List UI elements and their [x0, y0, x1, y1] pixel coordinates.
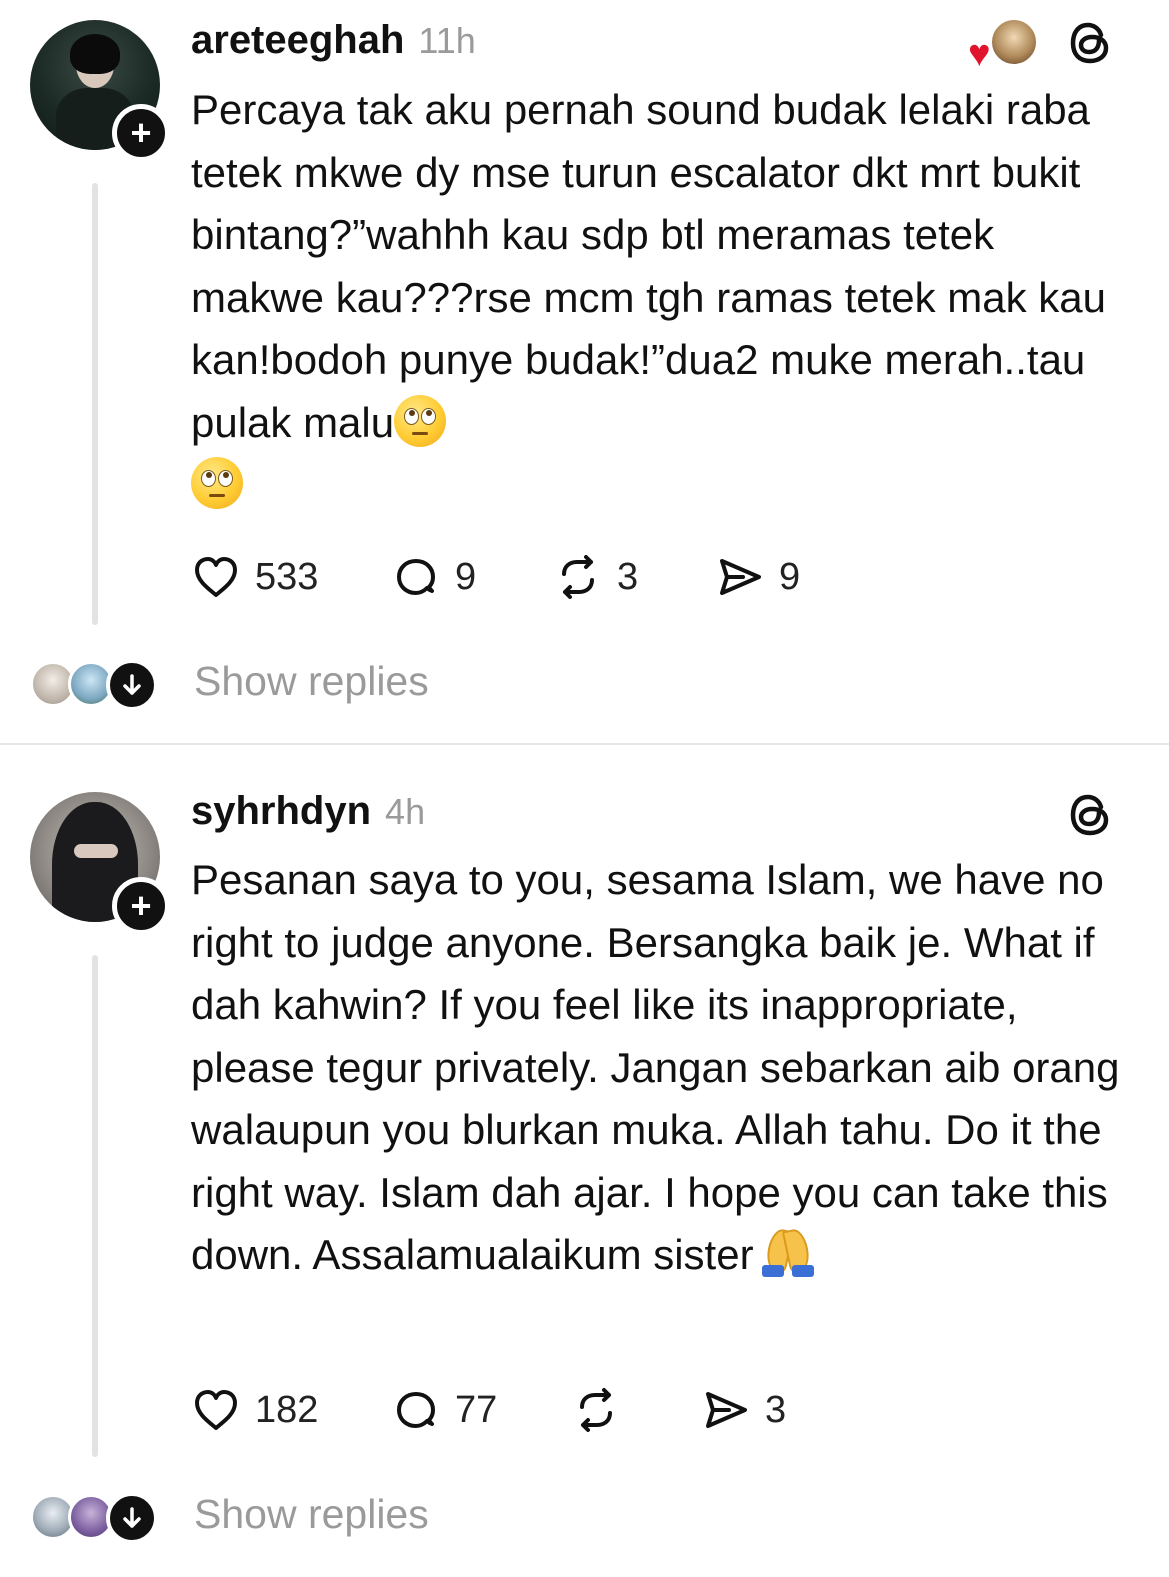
folded-hands-emoji — [760, 1225, 816, 1277]
show-replies-link[interactable]: Show replies — [194, 658, 429, 705]
action-bar: 533 9 3 9 — [191, 549, 855, 605]
comment-count: 9 — [455, 555, 477, 598]
heart-icon: ♥ — [968, 33, 991, 75]
rolling-eyes-emoji — [394, 394, 447, 447]
comment-bubble-icon — [397, 559, 435, 595]
repost-icon — [580, 1388, 612, 1432]
share-count: 3 — [765, 1388, 787, 1431]
post-time: 11h — [418, 20, 476, 61]
comment-button[interactable]: 9 — [391, 549, 553, 605]
share-count: 9 — [779, 555, 801, 598]
repost-icon — [562, 555, 594, 599]
share-button[interactable]: 9 — [715, 549, 855, 605]
repost-count: 3 — [617, 555, 639, 598]
like-button[interactable]: 533 — [191, 549, 391, 605]
like-count: 182 — [255, 1388, 319, 1431]
rolling-eyes-emoji — [191, 457, 243, 509]
plus-icon: + — [130, 112, 152, 153]
arrow-down-icon — [106, 659, 158, 711]
comment-count: 77 — [455, 1388, 498, 1431]
post-body: Percaya tak aku pernah sound budak lelak… — [191, 86, 1118, 446]
post-header: areteeghah 11h — [191, 18, 476, 68]
comment-button[interactable]: 77 — [391, 1382, 571, 1438]
arrow-down-icon — [106, 1492, 158, 1544]
username[interactable]: syhrhdyn — [191, 789, 371, 834]
like-count: 533 — [255, 555, 319, 598]
follow-button[interactable]: + — [112, 104, 170, 162]
post-time: 4h — [385, 791, 426, 832]
post-header: syhrhdyn 4h — [191, 789, 425, 839]
heart-outline-icon — [195, 557, 237, 597]
repost-button[interactable]: 3 — [553, 549, 715, 605]
thread-line — [92, 955, 98, 1457]
action-bar: 182 77 3 — [191, 1382, 841, 1438]
liked-by[interactable]: ♥ — [968, 18, 1048, 74]
post-text: Percaya tak aku pernah sound budak lelak… — [191, 79, 1131, 517]
plus-icon: + — [130, 885, 152, 926]
repost-button[interactable] — [571, 1382, 701, 1438]
like-button[interactable]: 182 — [191, 1382, 391, 1438]
thread-line — [92, 183, 98, 625]
avatar-eyes — [74, 844, 118, 858]
post-body: Pesanan saya to you, sesama Islam, we ha… — [191, 856, 1132, 1278]
send-icon — [706, 1392, 747, 1428]
send-icon — [720, 559, 761, 595]
threads-logo-icon[interactable] — [1066, 18, 1116, 68]
threads-logo-icon[interactable] — [1066, 790, 1116, 840]
post-text: Pesanan saya to you, sesama Islam, we ha… — [191, 849, 1131, 1287]
thread-post: + syhrhdyn 4h Pesanan saya to you, sesam… — [0, 745, 1169, 1577]
show-replies-link[interactable]: Show replies — [194, 1491, 429, 1538]
avatar-hair — [70, 34, 120, 74]
share-button[interactable]: 3 — [701, 1382, 841, 1438]
username[interactable]: areteeghah — [191, 18, 404, 63]
heart-outline-icon — [195, 1390, 237, 1430]
follow-button[interactable]: + — [112, 877, 170, 935]
comment-bubble-icon — [397, 1392, 435, 1428]
thread-post: + areteeghah 11h ♥ Percaya tak aku perna… — [0, 0, 1169, 745]
